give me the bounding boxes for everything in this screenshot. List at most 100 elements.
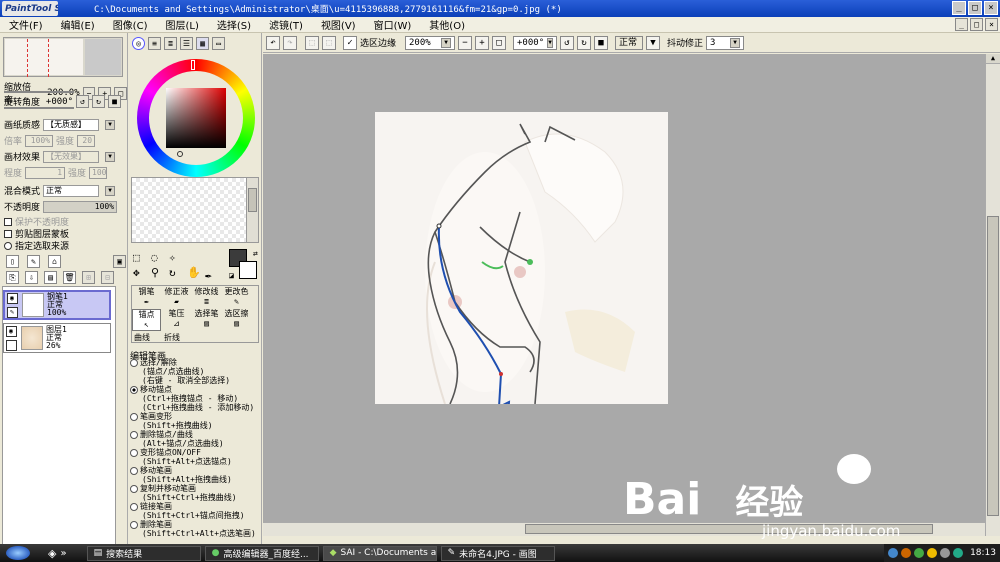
canvas-area[interactable]: Bai 经验 [263, 54, 985, 525]
zoom-select[interactable]: 200% ▼ [405, 35, 456, 50]
color-wheel-tab-icon[interactable]: ◎ [132, 37, 145, 50]
start-button[interactable] [6, 546, 30, 560]
toolbar-rotate-ccw-icon[interactable]: ↺ [560, 35, 575, 50]
tool-pressure[interactable]: 笔压 ⊿ [162, 309, 191, 331]
new-folder-icon[interactable]: ⌂ [48, 255, 61, 268]
source-radio[interactable] [4, 241, 12, 250]
task-paint[interactable]: ✎ 未命名4.JPG - 画图 [440, 545, 555, 561]
menu-layer[interactable]: 图层(L) [156, 17, 207, 32]
tool-eraser[interactable]: 修正液 ▰ [162, 287, 191, 309]
rotate-select[interactable]: +000° ▼ [513, 35, 558, 50]
mixer-tab-icon[interactable]: ☰ [180, 37, 193, 50]
toolbar-rotate-cw-icon[interactable]: ↻ [577, 35, 592, 50]
tool-pen[interactable]: 钢笔 ✒ [132, 287, 161, 309]
edit-option-radio[interactable] [130, 484, 138, 493]
edit-option[interactable]: 移动锚点 (Ctrl+拖拽锚点 - 移动) (Ctrl+拖拽曲线 - 添加移动) [130, 385, 260, 412]
doc-close-button[interactable]: × [985, 18, 998, 31]
canvas-image[interactable] [375, 112, 668, 404]
edit-option[interactable]: 复制并移动笔画 (Shift+Ctrl+拖拽曲线) [130, 484, 260, 502]
visibility-eye-icon[interactable]: ◉ [5, 325, 17, 337]
view-mode-dropdown-icon[interactable]: ▼ [646, 35, 661, 50]
rgb-slider-tab-icon[interactable]: ≡ [148, 37, 161, 50]
menu-image[interactable]: 图像(C) [104, 17, 157, 32]
edit-option[interactable]: 删除笔画 (Shift+Ctrl+Alt+点选笔画) [130, 520, 260, 538]
tray-update-icon[interactable] [927, 548, 938, 558]
new-layer-icon[interactable]: ▯ [6, 255, 19, 268]
show-desktop-icon[interactable]: » [60, 548, 66, 559]
texture-dropdown-icon[interactable]: ▼ [105, 119, 116, 130]
tool-change-color[interactable]: 更改色 ✎ [222, 287, 251, 309]
task-browser[interactable]: ● 高级编辑器_百度经... [204, 545, 319, 561]
secondary-color-swatch[interactable] [239, 261, 257, 279]
layer-mask-icon[interactable]: ▣ [113, 255, 126, 268]
navigator-preview[interactable] [3, 37, 123, 77]
rotate-reset-button[interactable]: ■ [108, 95, 122, 108]
vertical-scrollbar[interactable]: ▲ [985, 54, 1000, 536]
menu-window[interactable]: 窗口(W) [365, 17, 421, 32]
opacity-slider[interactable]: 100% [43, 200, 118, 213]
layer-item-layer1[interactable]: ◉ 图层1 正常 26% [3, 323, 111, 353]
undo-icon[interactable]: ↶ [266, 35, 280, 50]
clip-checkbox[interactable] [4, 229, 12, 238]
rotate-tool-icon[interactable]: ↻ [169, 266, 185, 279]
effect-dropdown-icon[interactable]: ▼ [105, 151, 116, 162]
edit-option-radio[interactable] [130, 385, 138, 394]
tool-select-pen[interactable]: 选择笔 ▨ [192, 309, 221, 331]
visibility-eye-icon[interactable]: ◉ [6, 292, 18, 304]
selection-edge-checkbox[interactable]: ✓ [343, 35, 357, 50]
hand-icon[interactable]: ✋ [187, 266, 203, 279]
effect-select[interactable]: 【无效果】 [43, 150, 100, 163]
zoom-slider[interactable] [4, 91, 74, 93]
reset-colors-icon[interactable]: ◪ [229, 271, 234, 280]
quick-launch-icon[interactable]: ◈ [48, 547, 56, 560]
deselect-icon[interactable]: ⬚ [305, 35, 319, 50]
layer-item-pen1[interactable]: ◉ ✎ 钢笔1 正常 100% [3, 290, 111, 320]
edit-option-radio[interactable] [130, 466, 138, 475]
edit-option[interactable]: 删除锚点/曲线 (Alt+锚点/点选曲线) [130, 430, 260, 448]
task-search-results[interactable]: ▤ 搜索结果 [86, 545, 201, 561]
menu-other[interactable]: 其他(O) [420, 17, 474, 32]
saturation-value-square[interactable] [166, 88, 226, 148]
vertical-scroll-thumb[interactable] [987, 216, 999, 516]
rect-select-icon[interactable]: ⬚ [133, 251, 149, 264]
menu-edit[interactable]: 编辑(E) [52, 17, 104, 32]
blend-dropdown-icon[interactable]: ▼ [105, 185, 116, 196]
tray-network-icon[interactable] [888, 548, 899, 558]
lasso-icon[interactable]: ◌ [151, 251, 167, 264]
tool-anchor[interactable]: 锚点 ↖ [132, 309, 161, 331]
texture-select[interactable]: 【无质感】 [43, 118, 100, 131]
edit-option[interactable]: 选择/解除 (锚点/点选曲线) (右键 - 取消全部选择) [130, 358, 260, 385]
toolbar-rotate-reset-icon[interactable]: ■ [594, 35, 609, 50]
toolbar-zoom-in-icon[interactable]: + [475, 35, 490, 50]
trash-icon[interactable]: 🗑 [63, 271, 76, 284]
menu-file[interactable]: 文件(F) [0, 17, 52, 32]
magic-wand-icon[interactable]: ✧ [169, 251, 185, 264]
merge-down-icon[interactable]: ⇩ [25, 271, 38, 284]
edit-option[interactable]: 笔画变形 (Shift+拖拽曲线) [130, 412, 260, 430]
tool-polyline[interactable]: 折线 [164, 332, 180, 343]
edit-option-radio[interactable] [130, 502, 138, 511]
swatch-area[interactable] [131, 177, 259, 243]
toolbar-zoom-reset-icon[interactable]: □ [492, 35, 507, 50]
rotate-cw-button[interactable]: ↻ [92, 95, 106, 108]
rotate-slider[interactable] [4, 107, 74, 109]
edit-option-radio[interactable] [130, 430, 138, 439]
tool-modify-line[interactable]: 修改线 ≣ [192, 287, 221, 309]
invert-select-icon[interactable]: ⬚ [322, 35, 336, 50]
tray-app-icon[interactable] [901, 548, 912, 558]
edit-option-radio[interactable] [130, 520, 138, 529]
swatches-tab-icon[interactable]: ▦ [196, 37, 209, 50]
task-sai[interactable]: ◆ SAI - C:\Documents a... [322, 545, 437, 561]
tool-curve[interactable]: 曲线 [134, 332, 150, 343]
rotate-ccw-button[interactable]: ↺ [76, 95, 90, 108]
stabilizer-select[interactable]: 3 ▼ [706, 35, 745, 50]
eyedropper-icon[interactable]: ✒ [205, 269, 212, 282]
menu-select[interactable]: 选择(S) [208, 17, 260, 32]
redo-icon[interactable]: ↷ [283, 35, 297, 50]
minimize-button[interactable]: _ [952, 1, 966, 15]
doc-minimize-button[interactable]: _ [955, 18, 968, 31]
clear-layer-icon[interactable]: ▤ [44, 271, 57, 284]
edit-option[interactable]: 变形锚点ON/OFF (Shift+Alt+点选锚点) [130, 448, 260, 466]
copy-layer-icon[interactable]: ⎘ [6, 271, 19, 284]
maximize-button[interactable]: □ [968, 1, 982, 15]
